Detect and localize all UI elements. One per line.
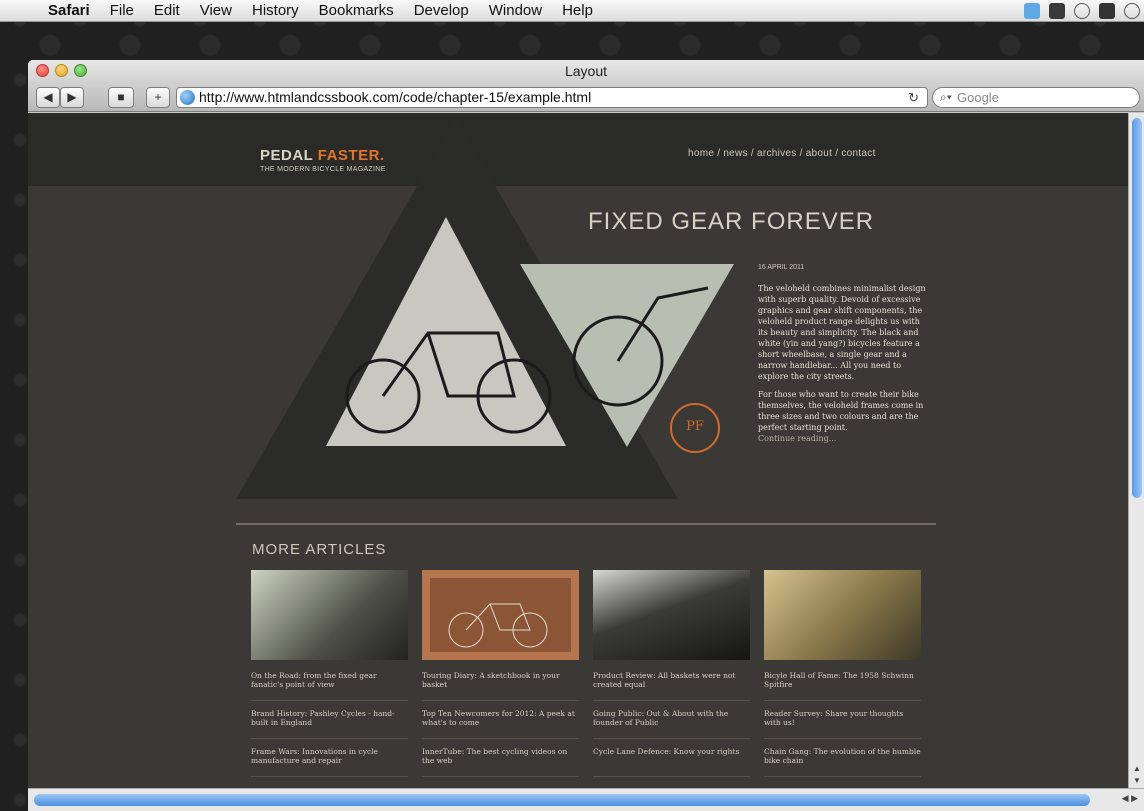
search-placeholder: Google (957, 90, 999, 105)
article-link[interactable]: Brand History: Pashley Cycles - hand-bui… (251, 709, 408, 739)
plus-icon: + (154, 90, 162, 104)
pf-badge: PF (670, 403, 720, 453)
menu-app-name[interactable]: Safari (40, 2, 100, 19)
article-link[interactable]: Frame Wars: Innovations in cycle manufac… (251, 747, 408, 777)
thumbnail-sketch[interactable] (422, 570, 579, 660)
article-column-1: On the Road: from the fixed gear fanatic… (251, 671, 408, 785)
site-tagline: THE MODERN BICYCLE MAGAZINE (260, 166, 386, 173)
article-column-2: Touring Diary: A sketchbook in your bask… (422, 671, 579, 785)
window-title: Layout (564, 63, 608, 79)
nav-archives[interactable]: archives (757, 148, 797, 159)
web-viewport: PEDAL FASTER. THE MODERN BICYCLE MAGAZIN… (28, 113, 1128, 788)
logo-word-1: PEDAL (260, 147, 314, 164)
thumbnail-spitfire[interactable] (764, 570, 921, 660)
browser-window: Layout ◀ ▶ ■ + http://www.htmlandcssbook… (28, 60, 1144, 811)
thumbnail-road[interactable] (251, 570, 408, 660)
article-link[interactable]: Bicyle Hall of Fame: The 1958 Schwinn Sp… (764, 671, 921, 701)
address-bar[interactable]: http://www.htmlandcssbook.com/code/chapt… (176, 87, 928, 108)
vertical-scrollbar[interactable]: ▲ ▼ (1128, 113, 1144, 788)
forward-button[interactable]: ▶ (60, 87, 84, 108)
add-bookmark-button[interactable]: + (146, 87, 170, 108)
menu-file[interactable]: File (100, 2, 144, 19)
minimize-button[interactable] (55, 64, 68, 77)
menu-edit[interactable]: Edit (144, 2, 190, 19)
globe-icon (180, 90, 195, 105)
thumbnail-basket[interactable] (593, 570, 750, 660)
reload-icon[interactable]: ↻ (908, 88, 919, 107)
window-controls (36, 64, 87, 77)
address-url: http://www.htmlandcssbook.com/code/chapt… (199, 89, 592, 105)
window-titlebar[interactable]: Layout (28, 60, 1144, 84)
nav-contact[interactable]: contact (841, 148, 875, 159)
article-link[interactable]: Touring Diary: A sketchbook in your bask… (422, 671, 579, 701)
article-date: 16 APRIL 2011 (758, 264, 805, 271)
article-link[interactable]: Going Public: Out & About with the found… (593, 709, 750, 739)
scroll-up-arrow-icon[interactable]: ▲ (1129, 763, 1144, 775)
evernote-icon: ■ (117, 90, 125, 104)
menu-history[interactable]: History (242, 2, 309, 19)
article-link[interactable]: Top Ten Newcomers for 2012: A peek at wh… (422, 709, 579, 739)
article-link[interactable]: Cycle Lane Defence: Know your rights (593, 747, 750, 777)
time-machine-icon[interactable] (1074, 3, 1090, 19)
article-thumbnails (251, 570, 923, 660)
nav-news[interactable]: news (723, 148, 748, 159)
section-divider (236, 523, 936, 525)
scroll-down-arrow-icon[interactable]: ▼ (1129, 775, 1144, 787)
browser-toolbar: ◀ ▶ ■ + http://www.htmlandcssbook.com/co… (28, 84, 1144, 112)
sketch-bike-icon (430, 578, 571, 652)
logo-word-2: FASTER. (317, 147, 385, 164)
search-field[interactable]: ⌕▾ Google (932, 87, 1140, 108)
article-paragraph-1: The veloheld combines minimalist design … (758, 284, 926, 381)
menu-bookmarks[interactable]: Bookmarks (309, 2, 404, 19)
display-icon[interactable] (1099, 3, 1115, 19)
article-paragraph-2: For those who want to create their bike … (758, 389, 926, 444)
article-link[interactable]: Reader Survey: Share your thoughts with … (764, 709, 921, 739)
evernote-icon[interactable] (1049, 3, 1065, 19)
zoom-button[interactable] (74, 64, 87, 77)
status-icons (1024, 3, 1140, 19)
site-logo[interactable]: PEDAL FASTER. (260, 147, 385, 164)
menu-help[interactable]: Help (552, 2, 603, 19)
article-column-4: Bicyle Hall of Fame: The 1958 Schwinn Sp… (764, 671, 921, 785)
article-column-3: Product Review: All baskets were not cre… (593, 671, 750, 785)
article-link[interactable]: InnerTube: The best cycling videos on th… (422, 747, 579, 777)
dropbox-icon[interactable] (1024, 3, 1040, 19)
menu-view[interactable]: View (190, 2, 242, 19)
article-link[interactable]: On the Road: from the fixed gear fanatic… (251, 671, 408, 701)
site-nav: home / news / archives / about / contact (688, 148, 876, 159)
nav-about[interactable]: about (806, 148, 833, 159)
horizontal-scrollbar[interactable]: ◀ ▶ (28, 788, 1144, 811)
close-button[interactable] (36, 64, 49, 77)
back-button[interactable]: ◀ (36, 87, 60, 108)
article-headline: FIXED GEAR FOREVER (588, 208, 875, 235)
continue-reading-link[interactable]: Continue reading... (758, 434, 836, 443)
article-body: The veloheld combines minimalist design … (758, 283, 926, 451)
menu-window[interactable]: Window (479, 2, 552, 19)
hero-graphic (236, 119, 734, 499)
horizontal-scroll-thumb[interactable] (34, 794, 1090, 806)
menu-bar: Safari File Edit View History Bookmarks … (0, 0, 1144, 22)
vertical-scroll-thumb[interactable] (1132, 118, 1142, 498)
article-paragraph-2-text: For those who want to create their bike … (758, 390, 924, 432)
nav-home[interactable]: home (688, 148, 714, 159)
scroll-horizontal-arrows-icon[interactable]: ◀ ▶ (1122, 793, 1138, 804)
sync-icon[interactable] (1124, 3, 1140, 19)
article-link[interactable]: Product Review: All baskets were not cre… (593, 671, 750, 701)
menu-develop[interactable]: Develop (404, 2, 479, 19)
evernote-button[interactable]: ■ (108, 87, 134, 108)
search-icon: ⌕▾ (940, 90, 952, 104)
article-link[interactable]: Chain Gang: The evolution of the humble … (764, 747, 921, 777)
more-articles-heading: MORE ARTICLES (252, 541, 387, 558)
